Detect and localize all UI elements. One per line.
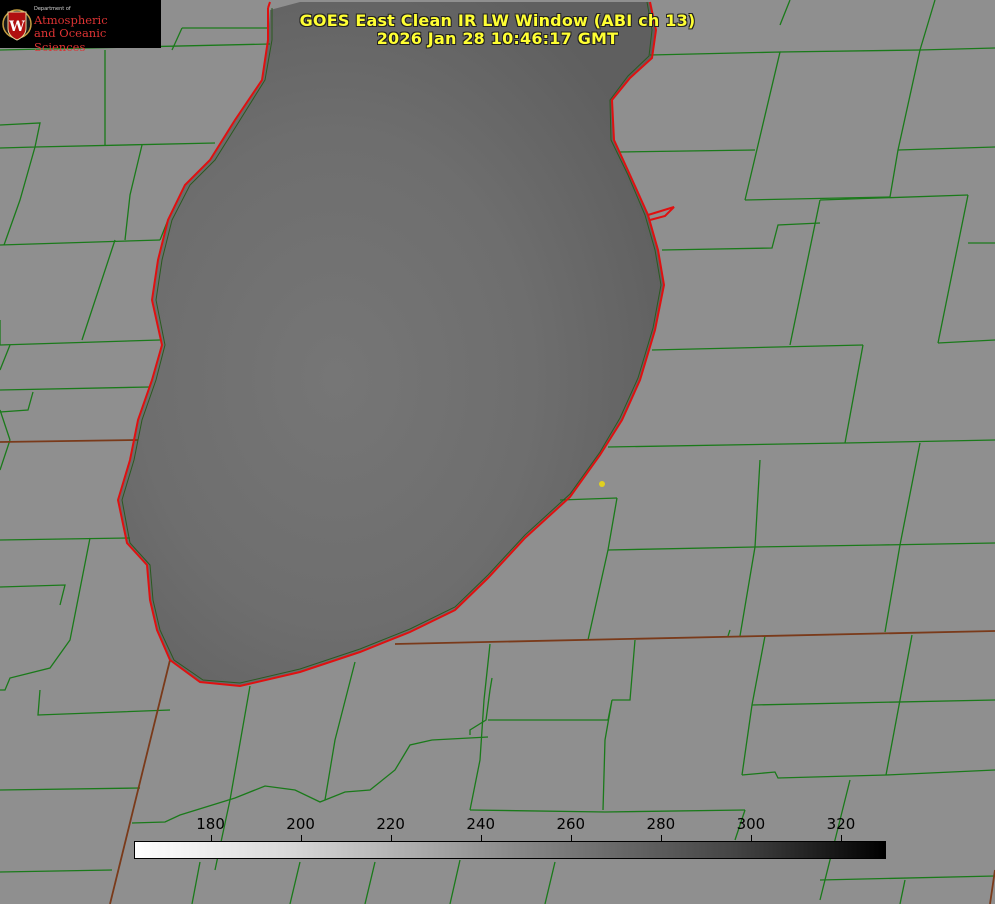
colorbar-tick-label: 220 [376,815,405,833]
image-timestamp: 2026 Jan 28 10:46:17 GMT [376,29,619,48]
colorbar-tick-label: 200 [286,815,315,833]
colorbar-tick-label: 320 [826,815,856,833]
lake-michigan [118,2,664,686]
colorbar-tick-label: 300 [736,815,766,833]
station-marker [599,481,605,487]
colorbar-tick-label: 180 [196,815,225,833]
bay-inlet [647,206,675,221]
colorbar-tick-label: 240 [466,815,496,833]
colorbar-tick-label: 260 [556,815,586,833]
image-title: GOES East Clean IR LW Window (ABI ch 13) [299,11,696,30]
satellite-image: W Department of Atmospheric and Oceanic … [0,0,995,904]
colorbar [134,841,886,859]
map-canvas [0,0,995,904]
colorbar-tick-label: 280 [646,815,676,833]
